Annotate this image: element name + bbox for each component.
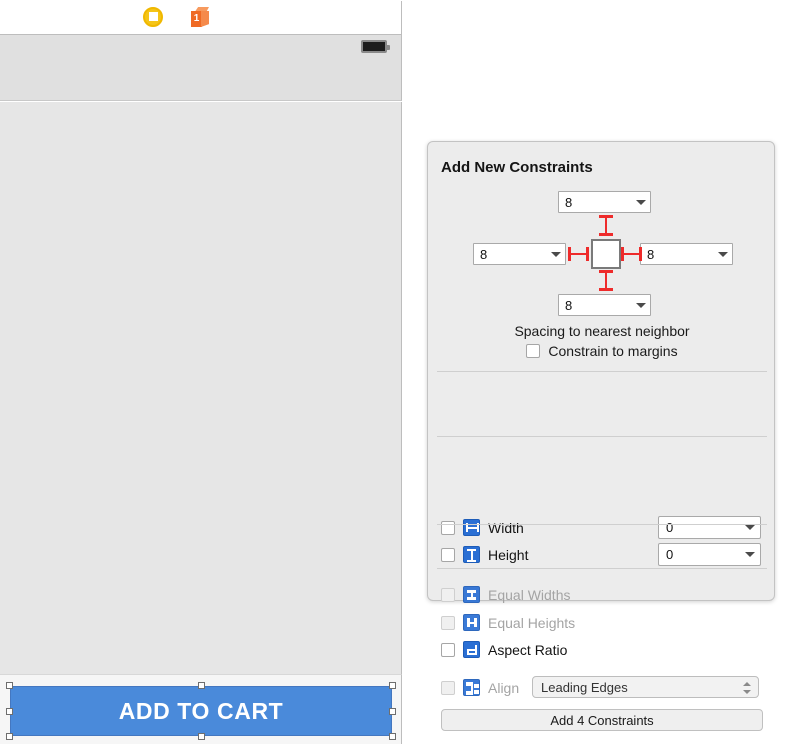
spacing-trailing-combo[interactable]: 8 (640, 243, 733, 265)
height-checkbox[interactable] (441, 547, 455, 562)
option-row-equal-widths: Equal Widths (441, 586, 570, 603)
resize-handle-top-center[interactable] (198, 682, 205, 689)
constrain-to-margins-row[interactable]: Constrain to margins (428, 343, 776, 359)
constrain-to-margins-checkbox[interactable] (526, 344, 541, 358)
chevron-down-icon[interactable] (740, 552, 760, 557)
aspect-ratio-checkbox[interactable] (441, 642, 455, 657)
selected-view-wrapper: ADD TO CART (6, 682, 396, 740)
device-status-bar (0, 35, 402, 101)
scene-dock-toolbar: 1 (0, 1, 402, 35)
equal-widths-label: Equal Widths (488, 586, 571, 603)
resize-handle-middle-right[interactable] (389, 708, 396, 715)
equal-widths-checkbox (441, 587, 455, 602)
device-content-area[interactable] (0, 102, 402, 674)
resize-handle-middle-left[interactable] (6, 708, 13, 715)
bottom-constraint-ibeam-cap (599, 288, 613, 291)
height-icon (463, 546, 480, 563)
aspect-ratio-icon (463, 641, 480, 658)
width-label: Width (488, 519, 524, 536)
width-checkbox[interactable] (441, 520, 455, 535)
align-option-popup[interactable]: Leading Edges (532, 676, 759, 698)
width-icon (463, 519, 480, 536)
view-controller-icon[interactable] (143, 6, 165, 29)
add-constraints-button[interactable]: Add 4 Constraints (441, 709, 763, 731)
popover-title: Add New Constraints (441, 159, 593, 176)
spacing-leading-value: 8 (480, 246, 488, 262)
align-icon (463, 679, 480, 696)
top-constraint-ibeam-cap (599, 215, 613, 218)
resize-handle-bottom-center[interactable] (198, 733, 205, 740)
chevron-down-icon[interactable] (632, 200, 650, 205)
option-row-height[interactable]: Height (441, 546, 528, 563)
option-row-align: Align (441, 679, 519, 696)
resize-handle-bottom-left[interactable] (6, 733, 13, 740)
interface-builder-canvas: 1 ADD TO CART (0, 0, 403, 744)
divider (437, 524, 767, 525)
bottom-constraint-ibeam-cap (599, 270, 613, 273)
leading-constraint-ibeam-cap (586, 247, 589, 261)
constraint-target-square (591, 239, 621, 269)
screen-root: 1 ADD TO CART Add New Constraints 8 8 8 … (0, 0, 800, 744)
add-new-constraints-popover: Add New Constraints 8 8 8 8 Spacing to n… (427, 141, 776, 731)
first-responder-badge: 1 (193, 13, 200, 24)
divider (437, 568, 767, 569)
trailing-constraint-ibeam-cap (639, 247, 642, 261)
aspect-ratio-label: Aspect Ratio (488, 641, 568, 658)
spacing-constraints-widget: 8 8 8 8 Spacing to nearest neighbor (428, 186, 776, 341)
height-value-combo[interactable]: 0 (658, 543, 761, 566)
spacing-leading-combo[interactable]: 8 (473, 243, 566, 265)
battery-icon (361, 40, 390, 53)
align-selected-option: Leading Edges (541, 679, 628, 695)
option-row-equal-heights: Equal Heights (441, 614, 575, 631)
exit-segue-icon[interactable] (236, 7, 258, 29)
option-row-width[interactable]: Width (441, 519, 524, 536)
trailing-constraint-ibeam-cap (621, 247, 624, 261)
resize-handle-top-right[interactable] (389, 682, 396, 689)
spacing-bottom-value: 8 (565, 297, 573, 313)
spacing-caption: Spacing to nearest neighbor (514, 323, 690, 339)
height-label: Height (488, 546, 529, 563)
spacing-trailing-value: 8 (647, 246, 655, 262)
height-value: 0 (666, 547, 674, 562)
equal-heights-checkbox (441, 615, 455, 630)
resize-handle-top-left[interactable] (6, 682, 13, 689)
width-value-combo[interactable]: 0 (658, 516, 761, 539)
resize-handle-bottom-right[interactable] (389, 733, 396, 740)
spacing-top-combo[interactable]: 8 (558, 191, 651, 213)
chevron-down-icon[interactable] (714, 252, 732, 257)
width-value: 0 (666, 520, 674, 535)
spacing-bottom-combo[interactable]: 8 (558, 294, 651, 316)
option-row-aspect-ratio[interactable]: Aspect Ratio (441, 641, 567, 658)
spacing-top-value: 8 (565, 194, 573, 210)
chevron-down-icon[interactable] (547, 252, 565, 257)
equal-widths-icon (463, 586, 480, 603)
chevron-down-icon[interactable] (740, 525, 760, 530)
equal-heights-icon (463, 614, 480, 631)
top-constraint-ibeam-cap (599, 233, 613, 236)
align-label: Align (488, 679, 520, 696)
leading-constraint-ibeam-cap (568, 247, 571, 261)
align-checkbox (441, 680, 455, 695)
chevron-down-icon[interactable] (632, 303, 650, 308)
divider (437, 371, 767, 372)
first-responder-icon[interactable]: 1 (190, 7, 211, 28)
equal-heights-label: Equal Heights (488, 614, 576, 631)
up-down-chevron-icon[interactable] (738, 677, 758, 697)
add-to-cart-button[interactable]: ADD TO CART (10, 686, 392, 736)
constrain-to-margins-label: Constrain to margins (548, 343, 678, 359)
divider (437, 436, 767, 437)
